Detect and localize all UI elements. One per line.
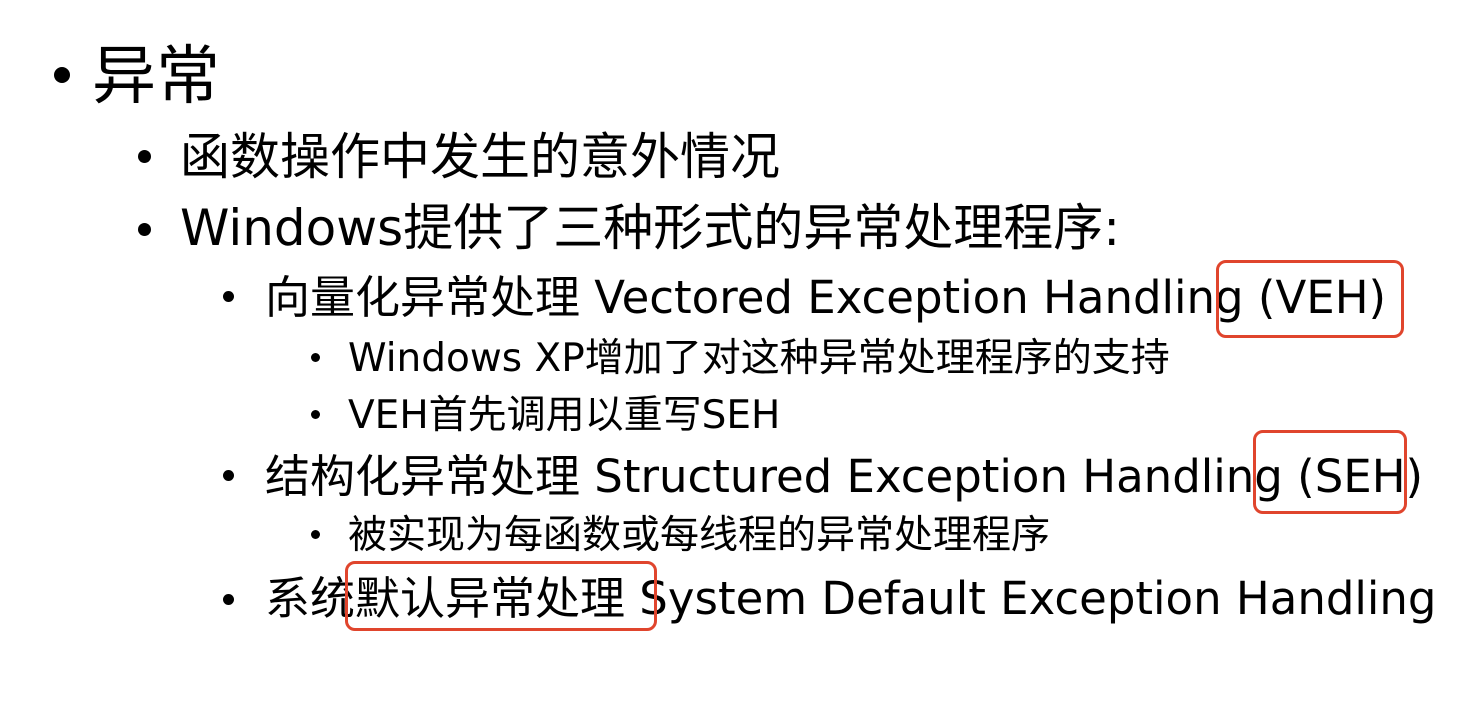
item-veh-xp-support: Windows XP增加了对这种异常处理程序的支持 — [348, 336, 1170, 381]
item-three-handler-forms: Windows提供了三种形式的异常处理程序: — [180, 199, 1121, 257]
item-unexpected-situation: 函数操作中发生的意外情况 — [180, 128, 780, 186]
bullet-level3 — [223, 470, 234, 481]
bullet-level4 — [311, 530, 320, 539]
bullet-level2 — [138, 223, 151, 236]
bullet-level4 — [311, 353, 320, 362]
slide: 异常 函数操作中发生的意外情况 Windows提供了三种形式的异常处理程序: 向… — [0, 0, 1470, 702]
highlight-box-seh — [1253, 430, 1407, 514]
item-seh: 结构化异常处理 Structured Exception Handling (S… — [265, 450, 1424, 503]
bullet-level2 — [138, 150, 151, 163]
bullet-level1 — [54, 67, 70, 83]
bullet-level4 — [311, 410, 320, 419]
item-veh-override-seh: VEH首先调用以重写SEH — [348, 393, 781, 438]
item-seh-per-function: 被实现为每函数或每线程的异常处理程序 — [348, 513, 1051, 558]
bullet-level3 — [223, 594, 234, 605]
bullet-level3 — [223, 291, 234, 302]
highlight-box-veh — [1216, 260, 1404, 338]
highlight-box-system-default — [345, 561, 657, 631]
heading-exception: 异常 — [92, 40, 220, 114]
